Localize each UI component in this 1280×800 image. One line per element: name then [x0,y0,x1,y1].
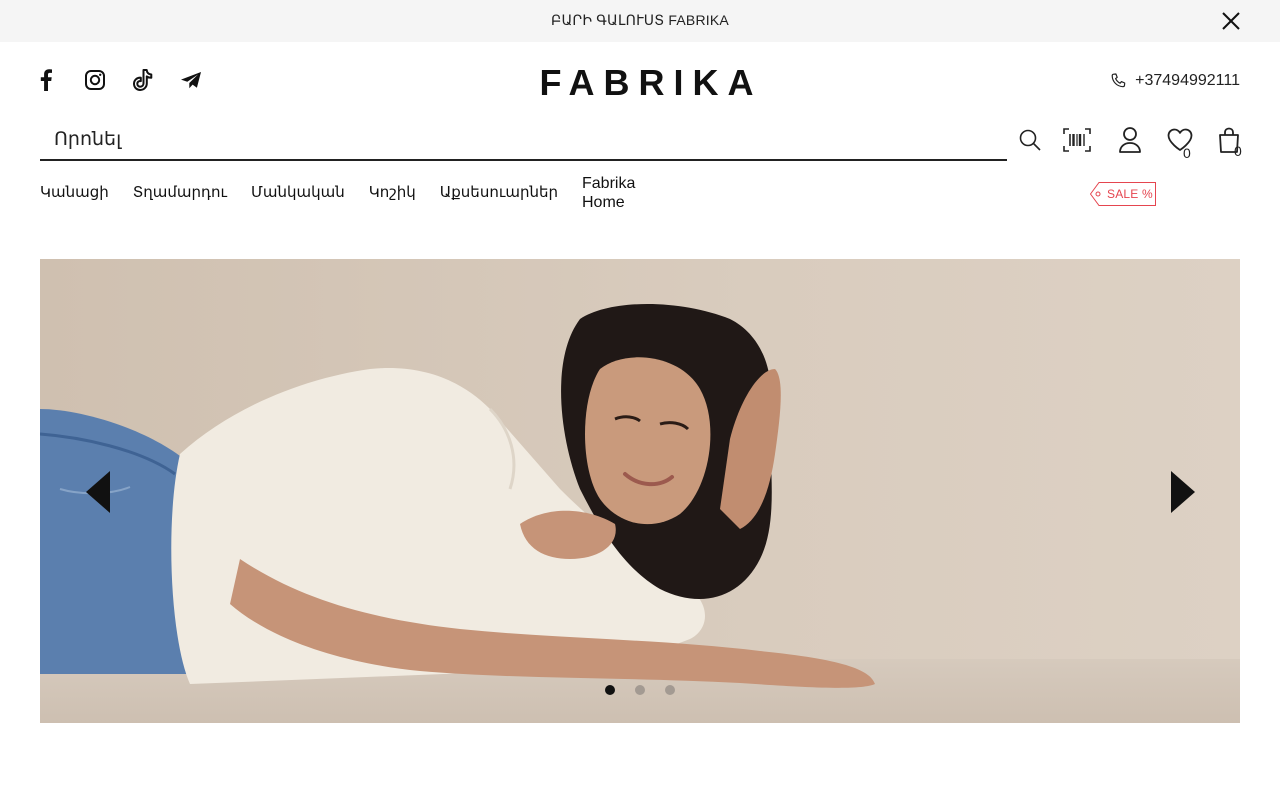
slide-dot[interactable] [605,685,615,695]
next-slide-button[interactable] [1171,471,1195,513]
phone-number: +37494992111 [1135,72,1240,89]
nav-item-fabrika-home-line1: Fabrika [582,175,636,192]
nav-item-men[interactable]: Տղամարդու [133,174,227,202]
announcement-text: ԲԱՐԻ ԳԱԼՈՒՍՏ FABRIKA [551,12,729,28]
prev-slide-button[interactable] [86,471,110,513]
social-links [40,66,225,94]
facebook-icon [40,69,52,91]
user-icon [1119,127,1141,153]
chevron-left-icon [86,471,110,513]
sale-link[interactable]: SALE % [1090,182,1156,206]
account-button[interactable] [1116,125,1144,155]
nav-item-kids[interactable]: Մանկական [251,174,345,202]
instagram-icon [85,70,105,90]
tiktok-link[interactable] [129,66,157,94]
search-input[interactable] [40,118,1007,159]
nav-item-fabrika-home[interactable]: Fabrika Home [582,174,642,212]
nav-item-accessories[interactable]: Աքսեսուարներ [440,174,558,202]
phone-icon [1111,73,1126,88]
sale-label: SALE % [1107,187,1153,201]
tiktok-icon [133,69,153,91]
nav-item-fabrika-home-line2: Home [582,194,625,211]
close-icon [1222,12,1240,30]
telegram-link[interactable] [177,66,205,94]
search-bar [40,118,1007,161]
nav-item-shoes[interactable]: Կոշիկ [369,174,416,202]
instagram-link[interactable] [81,66,109,94]
chevron-right-icon [1171,471,1195,513]
hero-slider [40,259,1240,723]
barcode-icon [1063,128,1091,152]
nav-item-women[interactable]: Կանացի [40,174,109,202]
telegram-icon [181,72,201,89]
announcement-bar: ԲԱՐԻ ԳԱԼՈՒՍՏ FABRIKA [0,0,1280,42]
close-announcement-button[interactable] [1218,8,1244,34]
cart-count: 0 [1234,143,1242,159]
phone-contact[interactable]: +37494992111 [1110,72,1240,90]
facebook-link[interactable] [40,66,54,94]
search-button[interactable] [1016,125,1044,155]
hero-banner-image [40,259,1240,723]
slide-dot[interactable] [635,685,645,695]
barcode-scan-button[interactable] [1062,125,1092,155]
slide-pagination [605,685,695,695]
wishlist-count: 0 [1183,145,1191,161]
site-logo[interactable]: FABRIKA [520,62,782,104]
slide-dot[interactable] [665,685,675,695]
search-icon [1019,129,1041,151]
category-nav: Կանացի Տղամարդու Մանկական Կոշիկ Աքսեսուա… [40,174,666,212]
